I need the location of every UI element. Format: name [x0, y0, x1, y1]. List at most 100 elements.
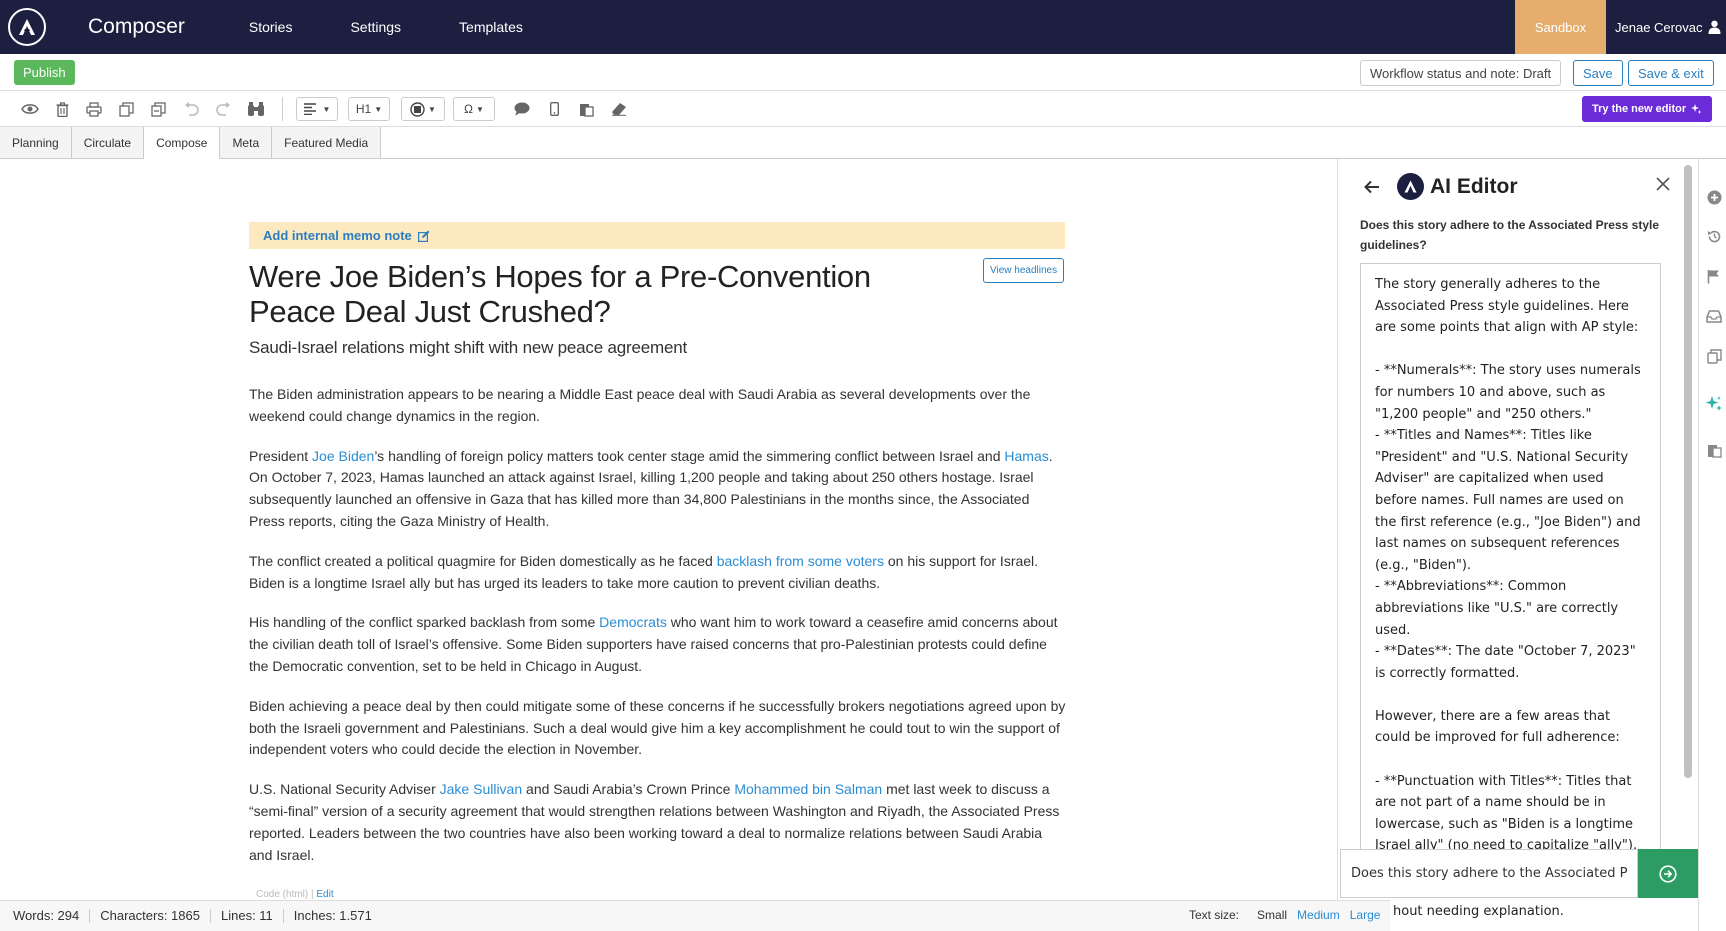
trash-icon[interactable]	[52, 99, 72, 119]
user-icon	[1708, 20, 1721, 34]
paste-icon[interactable]	[148, 99, 168, 119]
logo-icon	[19, 19, 35, 35]
workflow-status-button[interactable]: Workflow status and note: Draft	[1360, 60, 1562, 86]
history-icon[interactable]	[1705, 227, 1723, 245]
tab-planning[interactable]: Planning	[0, 127, 72, 159]
sandbox-badge[interactable]: Sandbox	[1515, 0, 1606, 54]
chevron-down-icon: ▼	[476, 104, 484, 114]
preview-icon[interactable]	[20, 99, 40, 119]
user-menu[interactable]: Jenae Cerovac	[1606, 0, 1721, 54]
link-mohammed-bin-salman[interactable]: Mohammed bin Salman	[734, 781, 882, 797]
toolbar-divider	[282, 97, 283, 121]
edit-icon	[417, 230, 430, 242]
tab-compose[interactable]: Compose	[144, 127, 221, 159]
word-count: Words: 294	[0, 909, 91, 923]
user-name: Jenae Cerovac	[1615, 19, 1703, 35]
ai-logo-icon	[1397, 173, 1424, 200]
code-html-edit: Code (html) | Edit	[256, 889, 334, 900]
duplicate-icon[interactable]	[1705, 347, 1723, 365]
link-democrats[interactable]: Democrats	[599, 614, 667, 630]
heading-level: H1	[355, 102, 372, 116]
sparkle-icon	[1691, 103, 1702, 114]
chevron-down-icon: ▼	[428, 104, 436, 114]
text-size-control: Text size: Small Medium Large	[1189, 908, 1390, 922]
chevron-down-icon: ▼	[322, 104, 331, 114]
omega-icon: Ω	[464, 102, 474, 116]
print-icon[interactable]	[84, 99, 104, 119]
chevron-down-icon: ▼	[374, 104, 383, 114]
text-size-medium[interactable]: Medium	[1297, 908, 1340, 922]
align-dropdown[interactable]: ▼	[296, 97, 338, 121]
send-arrow-icon	[1659, 864, 1677, 883]
tab-meta[interactable]: Meta	[220, 127, 273, 159]
link-joe-biden[interactable]: Joe Biden	[312, 448, 374, 464]
ai-editor-panel: AI Editor Does this story adhere to the …	[1337, 159, 1698, 931]
story-body[interactable]: The Biden administration appears to be n…	[249, 384, 1069, 884]
align-left-icon	[303, 103, 316, 115]
app-title: Composer	[88, 15, 185, 38]
tab-circulate[interactable]: Circulate	[71, 127, 145, 159]
compose-editor[interactable]: Add internal memo note View headlines We…	[0, 159, 1337, 900]
back-arrow-icon[interactable]	[1364, 180, 1380, 199]
link-hamas[interactable]: Hamas	[1004, 448, 1048, 464]
tab-featured-media[interactable]: Featured Media	[272, 127, 382, 159]
try-new-editor-button[interactable]: Try the new editor	[1582, 96, 1713, 122]
character-count: Characters: 1865	[90, 909, 211, 923]
insert-media-dropdown[interactable]: ▼	[401, 97, 445, 121]
story-tabs: Planning Circulate Compose Meta Featured…	[0, 127, 1726, 159]
flag-icon[interactable]	[1705, 267, 1723, 285]
special-character-dropdown[interactable]: Ω ▼	[453, 97, 495, 121]
inbox-icon[interactable]	[1705, 307, 1723, 325]
story-headline[interactable]: Were Joe Biden’s Hopes for a Pre-Convent…	[249, 259, 949, 329]
nav-links: Stories Settings Templates	[249, 19, 581, 35]
nav-link-stories[interactable]: Stories	[249, 19, 293, 35]
link-backlash[interactable]: backlash from some voters	[717, 553, 884, 569]
ai-editor-title: AI Editor	[1430, 175, 1518, 198]
paragraph: The conflict created a political quagmir…	[249, 552, 1039, 591]
find-icon[interactable]	[246, 99, 266, 119]
ai-response-overflow: hout needing explanation.	[1393, 904, 1564, 919]
comment-icon[interactable]	[512, 99, 532, 119]
link-jake-sullivan[interactable]: Jake Sullivan	[440, 781, 523, 797]
clipboard-icon[interactable]	[1705, 441, 1723, 459]
code-edit-link[interactable]: Edit	[316, 889, 333, 900]
add-circle-icon[interactable]	[1705, 188, 1723, 206]
ai-prompt-field[interactable]	[1340, 849, 1638, 898]
publish-button[interactable]: Publish	[14, 60, 75, 85]
text-size-large[interactable]: Large	[1350, 908, 1381, 922]
mobile-preview-icon[interactable]	[544, 99, 564, 119]
paragraph: U.S. National Security Adviser Jake Sull…	[249, 781, 1060, 863]
redo-icon[interactable]	[213, 99, 233, 119]
copy-icon[interactable]	[116, 99, 136, 119]
memo-note-label: Add internal memo note	[263, 228, 412, 243]
ai-panel-scrollbar[interactable]	[1684, 165, 1692, 778]
paste-from-word-icon[interactable]	[576, 99, 596, 119]
paragraph: Biden achieving a peace deal by then cou…	[249, 697, 1066, 758]
text-size-small[interactable]: Small	[1257, 908, 1287, 922]
right-rail	[1698, 159, 1726, 931]
nav-link-templates[interactable]: Templates	[459, 19, 523, 35]
view-headlines-button[interactable]: View headlines	[983, 258, 1065, 283]
save-exit-button[interactable]: Save & exit	[1628, 60, 1714, 86]
brand-logo[interactable]	[8, 8, 46, 46]
heading-dropdown[interactable]: H1 ▼	[348, 97, 390, 121]
status-bar: Words: 294 Characters: 1865 Lines: 11 In…	[0, 900, 1390, 931]
close-icon[interactable]	[1656, 177, 1670, 196]
story-subhead[interactable]: Saudi-Israel relations might shift with …	[249, 338, 949, 358]
top-nav: Composer Stories Settings Templates Sand…	[0, 0, 1726, 54]
ai-prompt-input[interactable]	[1351, 866, 1637, 881]
text-size-label: Text size:	[1189, 908, 1240, 922]
nav-link-settings[interactable]: Settings	[350, 19, 401, 35]
ai-sparkle-icon[interactable]	[1705, 395, 1723, 413]
ai-send-button[interactable]	[1638, 849, 1698, 898]
undo-icon[interactable]	[181, 99, 201, 119]
eraser-icon[interactable]	[609, 99, 629, 119]
ai-question: Does this story adhere to the Associated…	[1360, 218, 1659, 252]
try-new-editor-label: Try the new editor	[1592, 103, 1687, 115]
gallery-icon	[410, 101, 425, 117]
ai-response: The story generally adheres to the Assoc…	[1360, 263, 1661, 849]
save-button[interactable]: Save	[1573, 60, 1623, 86]
editor-toolbar: ▼ H1 ▼ ▼ Ω ▼	[0, 91, 1726, 127]
line-count: Lines: 11	[211, 909, 284, 923]
memo-note[interactable]: Add internal memo note	[249, 222, 1065, 249]
